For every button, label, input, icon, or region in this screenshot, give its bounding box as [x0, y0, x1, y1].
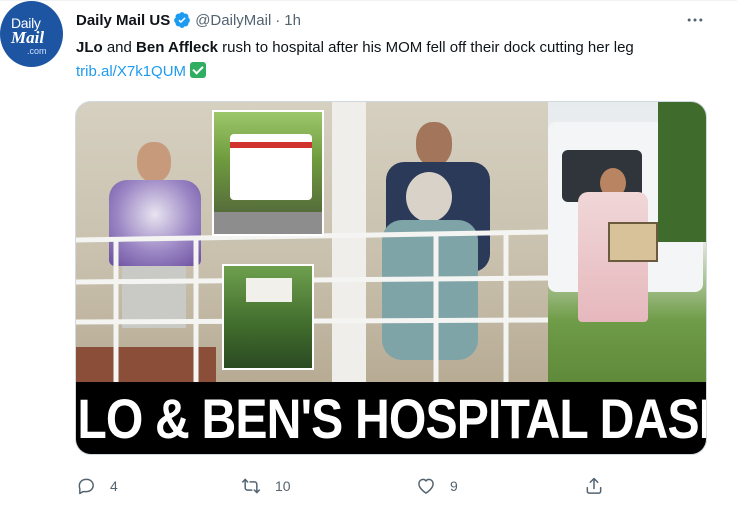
reply-icon: [78, 478, 94, 495]
tweet-text-part2: rush to hospital after his MOM fell off …: [218, 39, 634, 56]
mention-ben-affleck: Ben Affleck: [136, 39, 219, 56]
tote-bag: [608, 222, 658, 262]
photo-woman-with-bag: [548, 102, 706, 382]
inset-ambulance-photo: [212, 110, 324, 236]
avatar-text-com: .com: [27, 46, 47, 56]
avatar[interactable]: Daily Mail .com: [0, 1, 63, 67]
timestamp[interactable]: 1h: [284, 12, 301, 29]
retweet-count: 10: [275, 478, 291, 494]
tweet-header: Daily Mail US @DailyMail · 1h: [76, 10, 301, 30]
tweet-media-image[interactable]: JLO & BEN'S HOSPITAL DASH: [75, 101, 707, 455]
reply-button[interactable]: 4: [76, 475, 118, 497]
headline-banner: JLO & BEN'S HOSPITAL DASH: [76, 382, 707, 454]
tweet-text-part1: and: [102, 39, 137, 56]
inset-house-photo: [222, 264, 314, 370]
share-icon: [586, 477, 602, 494]
check-mark-button-icon: [190, 62, 207, 78]
more-options-button[interactable]: [682, 9, 708, 31]
handle[interactable]: @DailyMail: [195, 12, 271, 29]
tweet-actions: 4 10 9: [76, 475, 636, 497]
mention-jlo: JLo: [76, 39, 103, 56]
separator-dot: ·: [275, 11, 281, 29]
verified-badge-icon: [174, 12, 191, 28]
tree: [658, 102, 706, 242]
share-button[interactable]: [584, 475, 604, 497]
avatar-text-mail: Mail: [11, 28, 45, 47]
more-icon: [687, 18, 703, 22]
retweet-button[interactable]: 10: [241, 475, 291, 497]
headline-text: JLO & BEN'S HOSPITAL DASH: [76, 387, 707, 450]
retweet-icon: [241, 478, 261, 494]
like-button[interactable]: 9: [416, 475, 458, 497]
like-count: 9: [450, 478, 458, 494]
tweet-link[interactable]: trib.al/X7k1QUM: [76, 63, 186, 80]
heart-icon: [418, 478, 434, 494]
tweet-text: JLo and Ben Affleck rush to hospital aft…: [76, 36, 716, 84]
display-name[interactable]: Daily Mail US: [76, 12, 170, 29]
photo-hospital-scene: [76, 102, 548, 382]
reply-count: 4: [110, 478, 118, 494]
tweet-card[interactable]: Daily Mail .com Daily Mail US @DailyMail…: [0, 0, 737, 510]
